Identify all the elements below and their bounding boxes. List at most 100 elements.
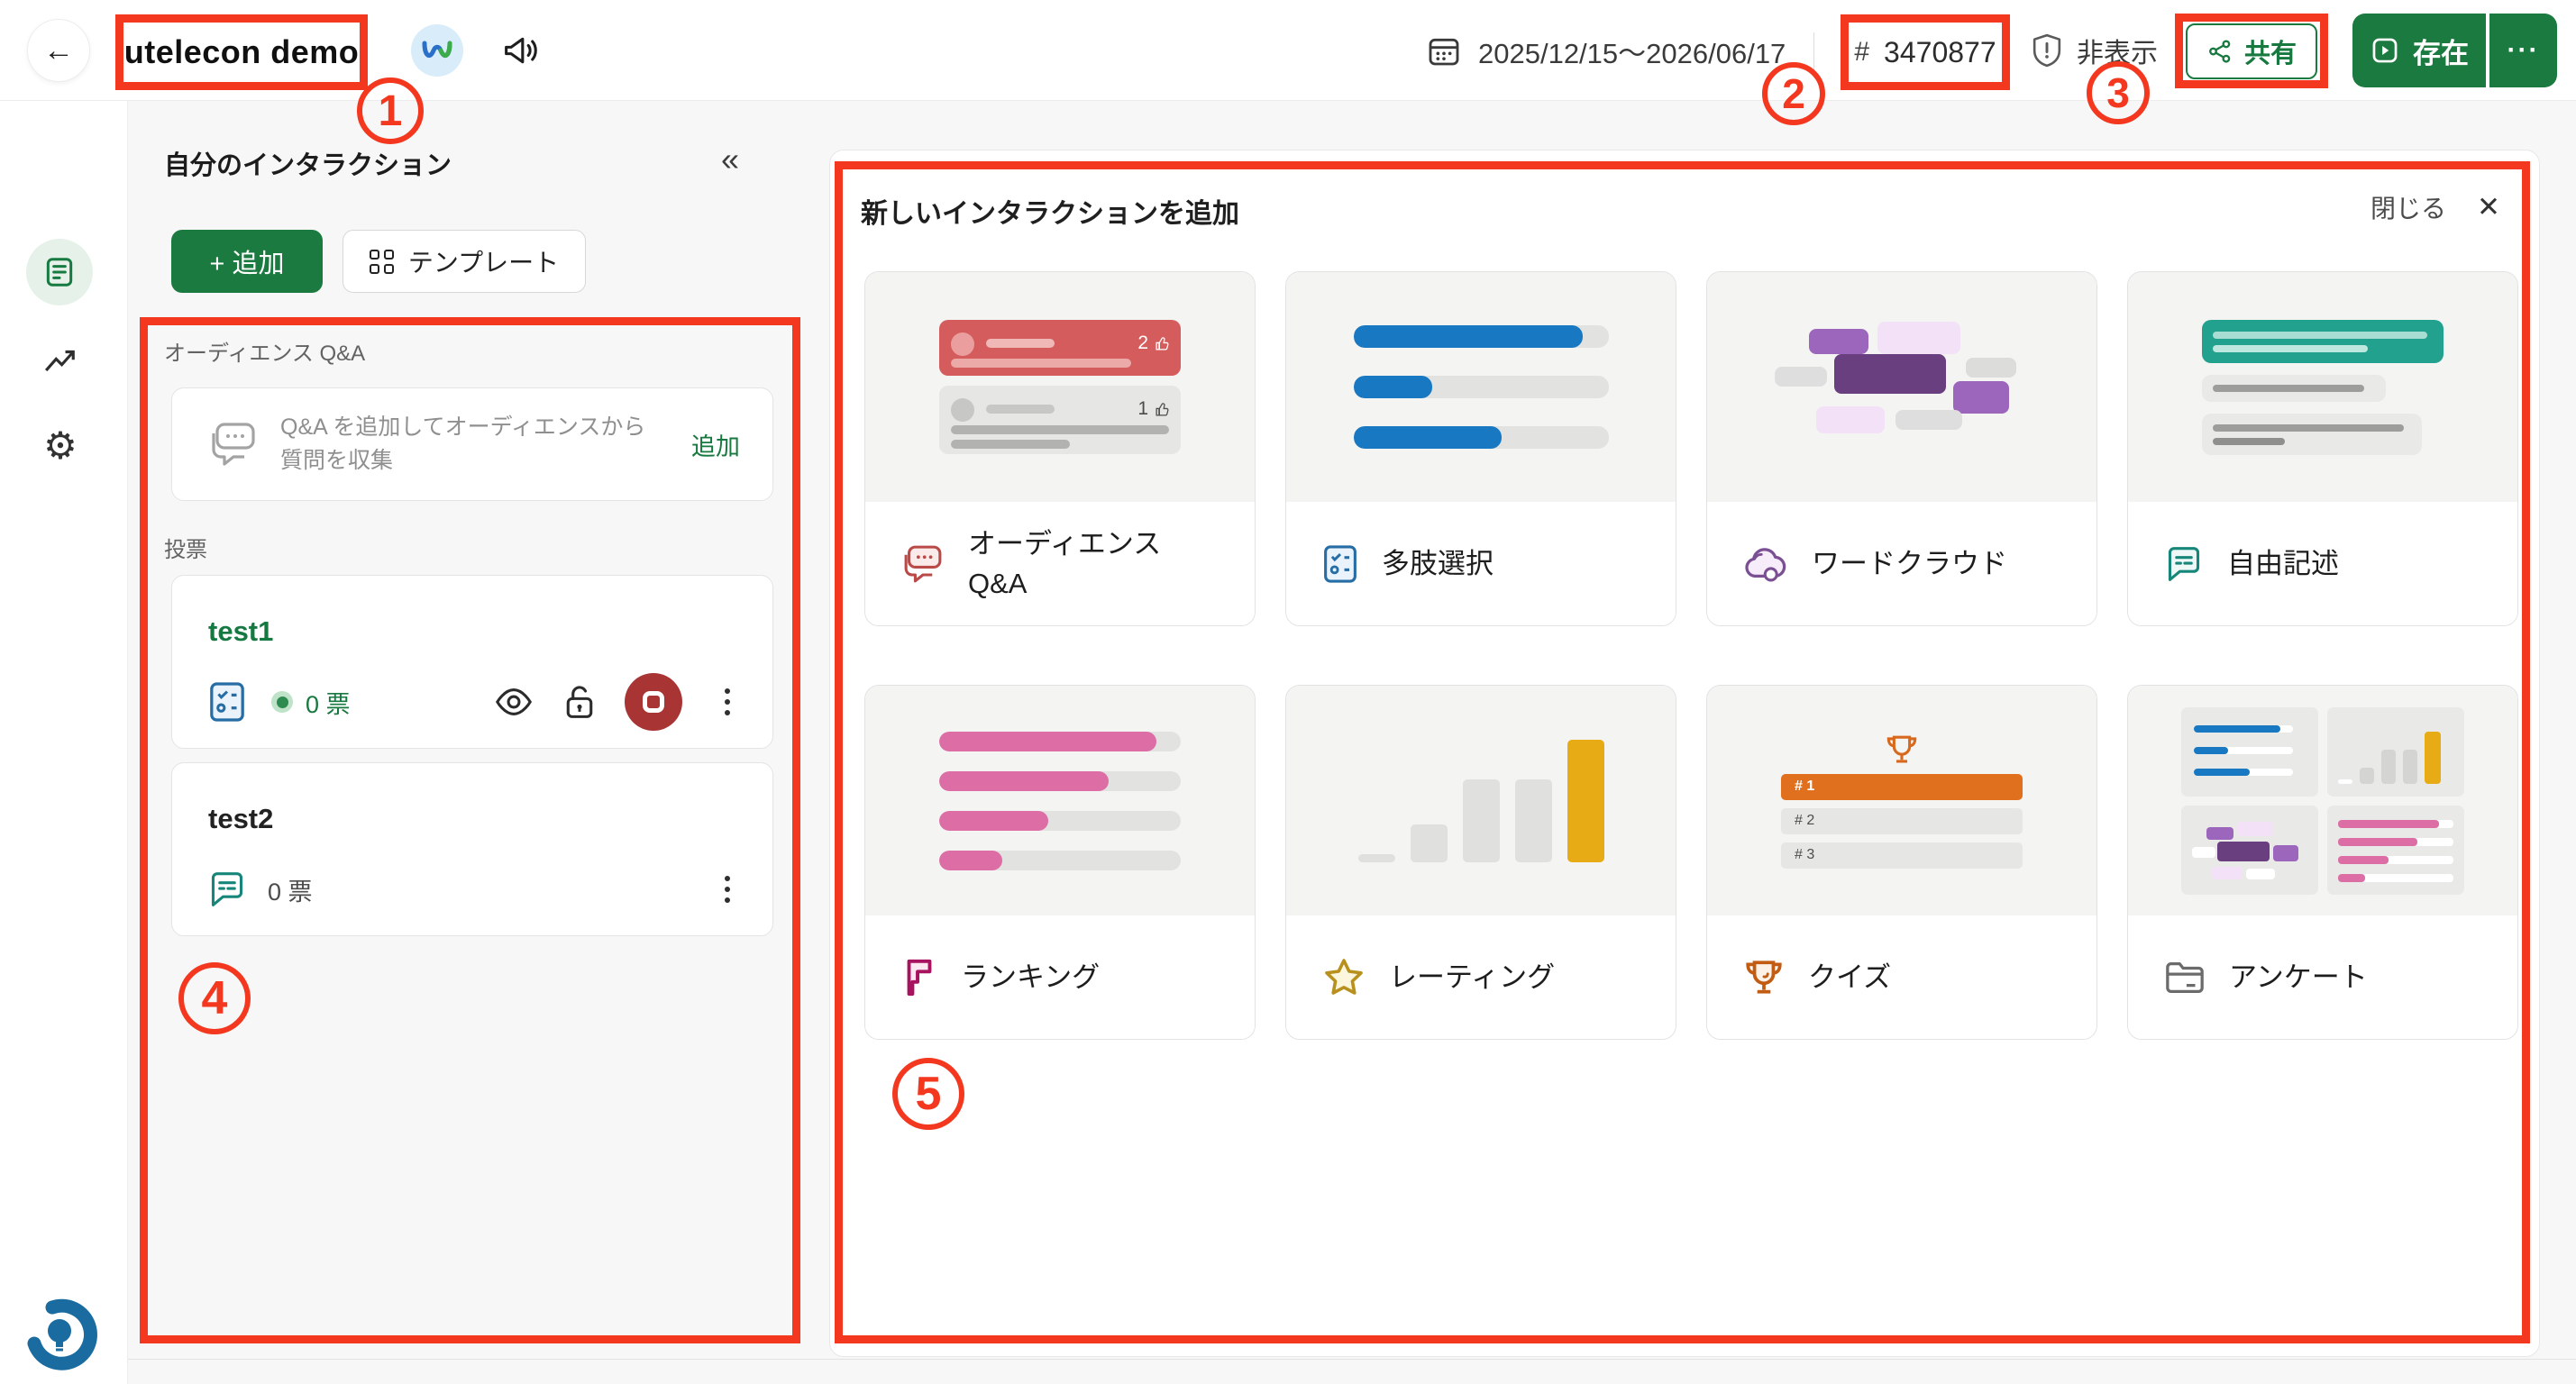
present-button[interactable]: 存在 xyxy=(2352,14,2486,87)
type-card-word-cloud[interactable]: ワードクラウド xyxy=(1706,271,2097,626)
calendar-icon xyxy=(1426,32,1462,68)
type-card-quiz[interactable]: # 1 # 2 # 3 クイズ xyxy=(1706,685,2097,1040)
utelecon-logo[interactable] xyxy=(20,1293,99,1372)
type-card-survey[interactable]: アンケート xyxy=(2127,685,2518,1040)
survey-tile-pink-bars xyxy=(2327,806,2464,895)
unlock-icon[interactable] xyxy=(562,682,598,722)
poll-title[interactable]: test2 xyxy=(208,803,273,835)
modal-title: 新しいインタラクションを追加 xyxy=(861,191,1239,231)
survey-tile-cloud xyxy=(2181,806,2318,895)
back-arrow-icon: ← xyxy=(43,33,74,68)
type-card-multiple-choice[interactable]: 多肢選択 xyxy=(1285,271,1676,626)
poll-votes: 0 票 xyxy=(268,872,313,907)
qa-section-label: オーディエンス Q&A xyxy=(164,335,365,367)
thumb-up-icon xyxy=(1155,402,1170,417)
type-card-label: オーディエンス Q&A xyxy=(968,524,1161,604)
gear-icon: ⚙ xyxy=(43,424,78,467)
word-cloud-icon xyxy=(1743,545,1788,583)
rail-item-settings[interactable]: ⚙ xyxy=(40,425,81,467)
share-icon xyxy=(2206,38,2233,65)
open-text-illustration xyxy=(2128,272,2517,502)
share-button[interactable]: 共有 xyxy=(2186,23,2317,79)
poll-title[interactable]: test1 xyxy=(208,615,273,648)
interactions-icon xyxy=(42,255,77,289)
thumb-up-icon xyxy=(1155,336,1170,351)
type-card-label: クイズ xyxy=(1808,958,1891,997)
poll-card-test1[interactable]: test1 0 票 xyxy=(171,575,773,749)
eye-icon[interactable] xyxy=(493,686,534,718)
survey-tile-chart xyxy=(2327,707,2464,797)
add-button-label: + 追加 xyxy=(210,242,285,280)
templates-button-label: テンプレート xyxy=(408,243,559,279)
annotation-number-3: 3 xyxy=(2087,61,2150,124)
polls-section-label: 投票 xyxy=(164,532,207,563)
trophy-icon-small xyxy=(1885,733,1919,766)
back-button[interactable]: ← xyxy=(27,19,90,82)
collapse-panel-icon[interactable]: « xyxy=(721,141,739,178)
annotation-number-4: 4 xyxy=(178,962,251,1034)
left-rail: ⚙ ? xyxy=(0,101,128,1384)
interaction-type-grid: 2 1 xyxy=(864,271,2518,1040)
folder-icon xyxy=(2164,960,2206,996)
multiple-choice-icon xyxy=(1322,543,1358,585)
shield-alert-icon xyxy=(2030,32,2064,68)
type-card-label: 自由記述 xyxy=(2227,544,2339,584)
word-cloud-illustration xyxy=(1707,272,2096,502)
type-card-rating[interactable]: レーティング xyxy=(1285,685,1676,1040)
star-icon xyxy=(1322,957,1366,998)
rail-item-analytics[interactable] xyxy=(43,344,78,377)
survey-illustration xyxy=(2128,686,2517,915)
type-card-ranking[interactable]: ランキング xyxy=(864,685,1256,1040)
stop-icon xyxy=(643,691,664,713)
annotation-number-1: 1 xyxy=(357,77,424,144)
poll-type-icon xyxy=(208,680,246,724)
poll-menu-button[interactable] xyxy=(709,684,745,720)
templates-button[interactable]: テンプレート xyxy=(343,230,586,293)
modal-close-button[interactable]: 閉じる ✕ xyxy=(2370,189,2500,225)
trophy-icon xyxy=(1743,958,1785,997)
type-card-open-text[interactable]: 自由記述 xyxy=(2127,271,2518,626)
panel-title: 自分のインタラクション xyxy=(164,144,452,182)
audience-qa-illustration: 2 1 xyxy=(865,272,1255,502)
annotation-number-2: 2 xyxy=(1762,62,1825,125)
announcement-icon[interactable] xyxy=(501,32,541,68)
webex-logo-icon xyxy=(411,24,463,77)
type-card-label: レーティング xyxy=(1389,958,1555,997)
qa-empty-card[interactable]: Q&A を追加してオーディエンスから 質問を収集 追加 xyxy=(171,387,773,501)
present-label: 存在 xyxy=(2413,31,2469,71)
poll-menu-button[interactable] xyxy=(709,871,745,907)
add-interaction-button[interactable]: + 追加 xyxy=(171,230,323,293)
type-card-label: アンケート xyxy=(2229,958,2368,997)
present-icon xyxy=(2370,35,2400,66)
event-dates[interactable]: 2025/12/15〜2026/06/17 xyxy=(1426,0,1786,101)
type-card-label: ワードクラウド xyxy=(1812,544,2007,584)
rail-item-interactions[interactable] xyxy=(26,239,93,305)
templates-grid-icon xyxy=(370,250,394,274)
ranking-icon xyxy=(901,958,937,997)
audience-qa-icon xyxy=(901,543,945,585)
survey-tile-bars xyxy=(2181,707,2318,797)
bottom-divider xyxy=(128,1359,2576,1360)
open-text-type-icon xyxy=(208,870,246,909)
event-code-number: 3470877 xyxy=(1884,36,1996,69)
event-code[interactable]: # 3470877 xyxy=(1841,14,2010,90)
multiple-choice-illustration xyxy=(1286,272,1676,502)
rating-illustration xyxy=(1286,686,1676,915)
share-label: 共有 xyxy=(2244,32,2297,70)
stop-poll-button[interactable] xyxy=(625,673,682,731)
type-card-audience-qa[interactable]: 2 1 xyxy=(864,271,1256,626)
qa-add-link[interactable]: 追加 xyxy=(691,427,740,462)
chat-bubbles-icon xyxy=(208,421,259,468)
slido-app: ← utelecon demo 2025/12/15〜2026/06/1 xyxy=(0,0,2576,1384)
open-text-icon xyxy=(2164,545,2204,583)
ellipsis-icon: ··· xyxy=(2507,35,2540,66)
ranking-illustration xyxy=(865,686,1255,915)
more-actions-button[interactable]: ··· xyxy=(2488,14,2557,87)
close-icon: ✕ xyxy=(2477,191,2500,223)
qa-prompt-text: Q&A を追加してオーディエンスから 質問を収集 xyxy=(280,411,645,478)
topbar-divider xyxy=(1813,32,1814,70)
page-title[interactable]: utelecon demo xyxy=(115,14,368,90)
hash-icon: # xyxy=(1854,37,1869,68)
type-card-label: 多肢選択 xyxy=(1382,544,1494,584)
poll-card-test2[interactable]: test2 0 票 xyxy=(171,762,773,936)
